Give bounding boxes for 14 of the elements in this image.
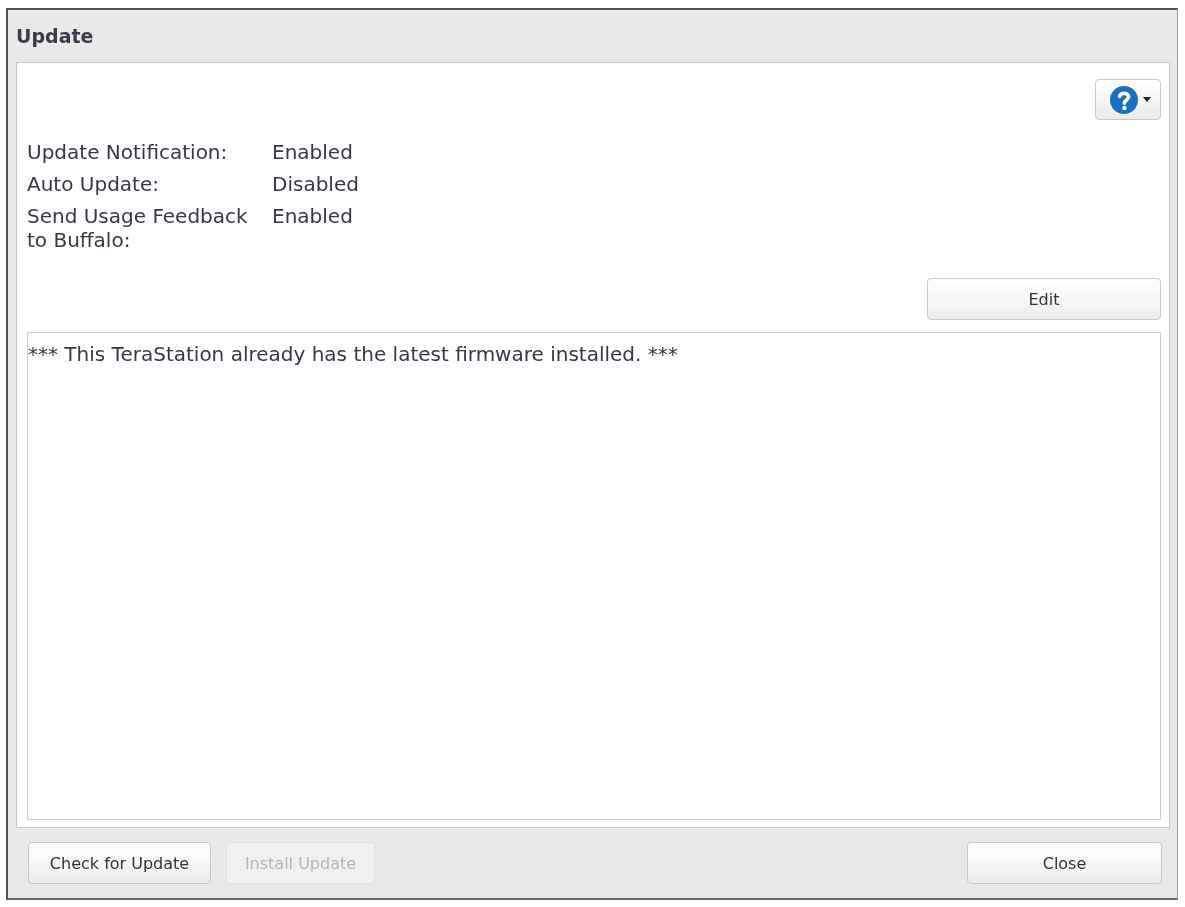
help-icon bbox=[1109, 85, 1138, 114]
window-title: Update bbox=[16, 25, 94, 47]
footer-button[interactable]: Close bbox=[967, 842, 1162, 884]
setting-value: Disabled bbox=[272, 172, 359, 196]
setting-label: Auto Update: bbox=[27, 172, 160, 196]
setting-label: Update Notification: bbox=[27, 140, 229, 164]
caret-icon bbox=[1142, 97, 1151, 102]
edit-button[interactable]: Edit bbox=[927, 278, 1161, 320]
log-message: *** This TeraStation already has the latest firmware installed. *** bbox=[28, 342, 678, 366]
setting-label: Send Usage Feedback to Buffalo: bbox=[27, 204, 249, 252]
footer-button[interactable]: Check for Update bbox=[28, 842, 211, 884]
setting-value: Enabled bbox=[272, 204, 354, 230]
help-button[interactable] bbox=[1095, 79, 1161, 120]
setting-value: Enabled bbox=[272, 140, 354, 164]
